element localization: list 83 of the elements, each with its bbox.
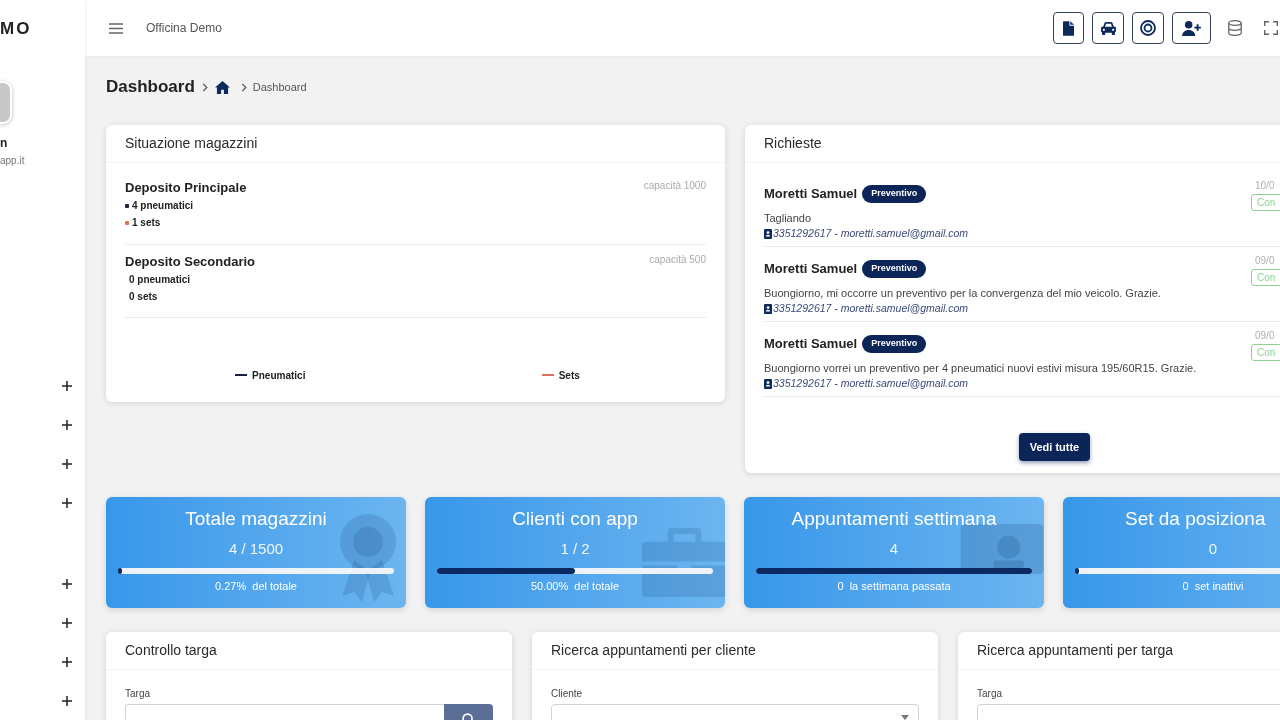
contact-card-icon [764, 229, 772, 239]
view-all-button[interactable]: Vedi tutte [1018, 433, 1091, 461]
chevron-right-icon [240, 82, 247, 92]
document-icon [1063, 20, 1074, 36]
contact-info: 3351292617 - moretti.samuel@gmail.com [773, 301, 969, 317]
plus-icon[interactable] [62, 458, 72, 469]
card-title: Ricerca appuntamenti per targa [977, 641, 1174, 660]
stock-count: 4 pneumatici [132, 199, 194, 213]
card-title: Ricerca appuntamenti per cliente [551, 641, 756, 660]
request-date: 09/0 [1255, 255, 1275, 267]
toolbar-button[interactable] [1053, 12, 1084, 44]
database-icon[interactable] [1228, 20, 1242, 36]
field-label: Targa [125, 688, 150, 700]
page-title: Dashboard [106, 76, 195, 99]
depot-capacity: capacità 500 [649, 253, 706, 267]
stat-note: 0 set inattivi [1182, 580, 1244, 592]
stat-note: 0 la settimana passata [837, 580, 951, 592]
stat-title: Totale magazzini [185, 507, 327, 531]
briefcase-icon [642, 528, 725, 597]
toolbar-button[interactable] [1132, 12, 1164, 44]
stat-title: Appuntamenti settimana [791, 507, 997, 531]
status-button[interactable]: Con [1251, 194, 1280, 211]
plus-icon[interactable] [62, 380, 72, 391]
toolbar-button[interactable] [1092, 12, 1124, 44]
stat-value: 4 / 1500 [228, 539, 284, 559]
stat-value: 1 / 2 [560, 539, 590, 559]
plus-icon[interactable] [62, 419, 72, 430]
stat-value: 0 [1208, 539, 1218, 559]
stock-count: 0 sets [128, 290, 158, 304]
status-button[interactable]: Con [1251, 344, 1280, 361]
user-name: n [0, 135, 8, 151]
plus-icon[interactable] [62, 695, 72, 706]
request-description: Buongiorno vorrei un preventivo per 4 pneumatici nuovi estivi misura 195/60R15. Grazie. [764, 361, 1197, 376]
card-title: Situazione magazzini [125, 134, 258, 153]
legend-label: Pneumatici [252, 368, 306, 383]
field-label: Cliente [551, 688, 583, 700]
stat-title: Clienti con app [512, 507, 638, 531]
breadcrumb-current: Dashboard [252, 79, 307, 95]
stock-count: 1 sets [132, 216, 161, 230]
depot-capacity: capacità 1000 [643, 179, 706, 193]
toolbar-button[interactable] [1172, 12, 1211, 44]
customer-name: Moretti Samuel [764, 185, 858, 204]
car-icon [1100, 21, 1116, 35]
menu-icon[interactable] [109, 22, 123, 34]
fullscreen-icon[interactable] [1264, 21, 1278, 35]
caret-icon [901, 715, 909, 720]
request-type-badge: Preventivo [862, 260, 927, 278]
stock-count: 0 pneumatici [128, 273, 191, 287]
contact-card-icon [764, 379, 772, 389]
plus-icon[interactable] [62, 497, 72, 508]
request-type-badge: Preventivo [862, 335, 927, 353]
card-title: Controllo targa [125, 641, 217, 660]
target-icon [1140, 20, 1156, 36]
contact-info: 3351292617 - moretti.samuel@gmail.com [773, 226, 969, 242]
home-icon[interactable] [214, 80, 230, 94]
user-email: app.it [0, 155, 25, 167]
depot-name: Deposito Secondario [125, 253, 256, 271]
logo-text: MO [0, 19, 32, 39]
user-plus-icon [1182, 20, 1201, 36]
legend-label: Sets [558, 368, 580, 383]
request-description: Tagliando [764, 211, 812, 226]
stat-value: 4 [889, 539, 899, 559]
plus-icon[interactable] [62, 578, 72, 589]
stat-note: 0.27% del totale [215, 580, 297, 592]
workshop-name: Officina Demo [146, 20, 222, 37]
contact-info: 3351292617 - moretti.samuel@gmail.com [773, 376, 969, 392]
chevron-right-icon [201, 82, 208, 92]
plus-icon[interactable] [62, 617, 72, 628]
stat-title: Set da posiziona [1125, 507, 1266, 531]
request-description: Buongiorno, mi occorre un preventivo per la convergenza del mio veicolo. Grazie. [764, 286, 1161, 301]
card-title: Richieste [764, 134, 822, 153]
stat-note: 50.00% del totale [530, 580, 620, 592]
customer-name: Moretti Samuel [764, 335, 858, 354]
request-date: 10/0 [1255, 180, 1275, 192]
request-date: 09/0 [1255, 330, 1275, 342]
request-type-badge: Preventivo [862, 185, 927, 203]
status-button[interactable]: Con [1251, 269, 1280, 286]
contact-card-icon [764, 304, 772, 314]
depot-name: Deposito Principale [125, 179, 247, 197]
customer-name: Moretti Samuel [764, 260, 858, 279]
plus-icon[interactable] [62, 656, 72, 667]
id-card-icon [960, 524, 1044, 574]
field-label: Targa [977, 688, 1002, 700]
